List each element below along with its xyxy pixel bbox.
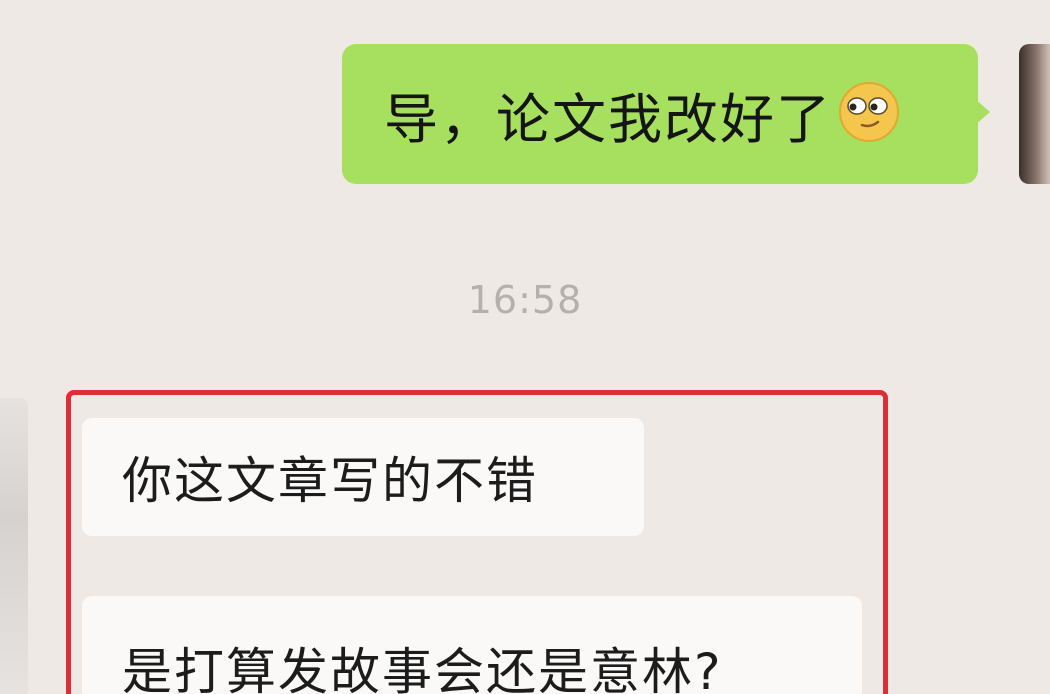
outgoing-message-text: 导，论文我改好了 — [384, 87, 832, 151]
red-highlight-box — [66, 390, 888, 694]
chat-window: 导，论文我改好了 16:58 你这文章写的不错 是打算发故事会还是意林? — [0, 0, 1050, 694]
outgoing-message-bubble[interactable]: 导，论文我改好了 — [342, 44, 978, 184]
message-timestamp: 16:58 — [467, 278, 583, 322]
receiver-avatar[interactable] — [0, 398, 28, 694]
smirk-face-emoji-icon — [838, 81, 900, 147]
outgoing-bubble-tail — [974, 98, 990, 126]
sender-avatar[interactable] — [1019, 44, 1050, 184]
